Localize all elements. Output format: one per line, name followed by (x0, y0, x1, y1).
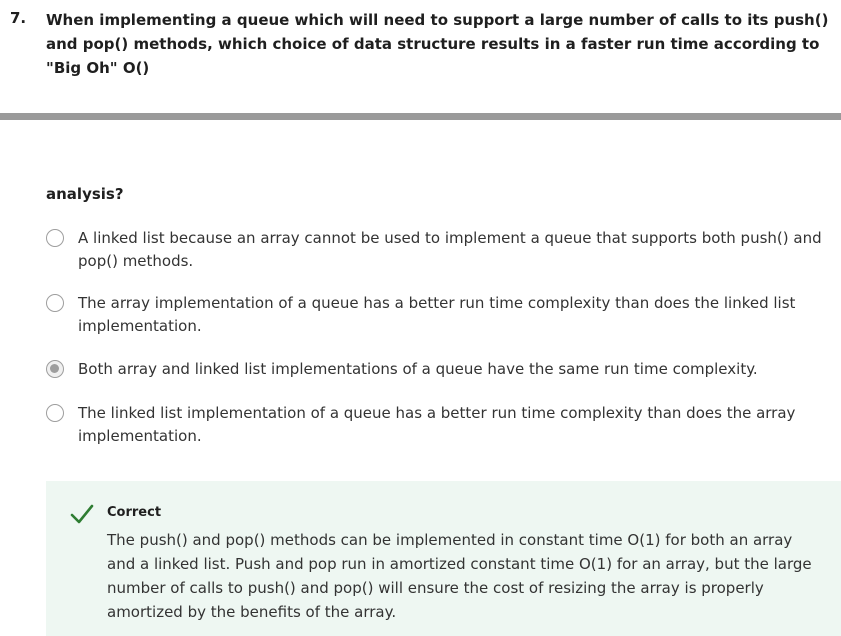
feedback-explanation: The push() and pop() methods can be impl… (107, 531, 812, 621)
question-text: When implementing a queue which will nee… (46, 11, 829, 77)
answer-option-3[interactable]: Both array and linked list implementatio… (46, 358, 826, 381)
question-text-continued: analysis? (46, 185, 124, 203)
answer-option-2[interactable]: The array implementation of a queue has … (46, 292, 826, 338)
radio-button[interactable] (46, 404, 64, 422)
question-number: 7. (10, 9, 27, 27)
check-icon (70, 504, 94, 524)
radio-button[interactable] (46, 294, 64, 312)
answer-option-1[interactable]: A linked list because an array cannot be… (46, 227, 826, 273)
answer-option-label: The array implementation of a queue has … (78, 294, 796, 335)
answer-option-4[interactable]: The linked list implementation of a queu… (46, 402, 826, 448)
answer-option-label: Both array and linked list implementatio… (78, 360, 758, 378)
answer-option-label: The linked list implementation of a queu… (78, 404, 796, 445)
radio-button[interactable] (46, 229, 64, 247)
feedback-status: Correct (107, 505, 162, 520)
divider (0, 113, 841, 120)
answer-option-label: A linked list because an array cannot be… (78, 229, 822, 270)
feedback-panel: Correct The push() and pop() methods can… (46, 481, 841, 636)
radio-button-selected[interactable] (46, 360, 64, 378)
